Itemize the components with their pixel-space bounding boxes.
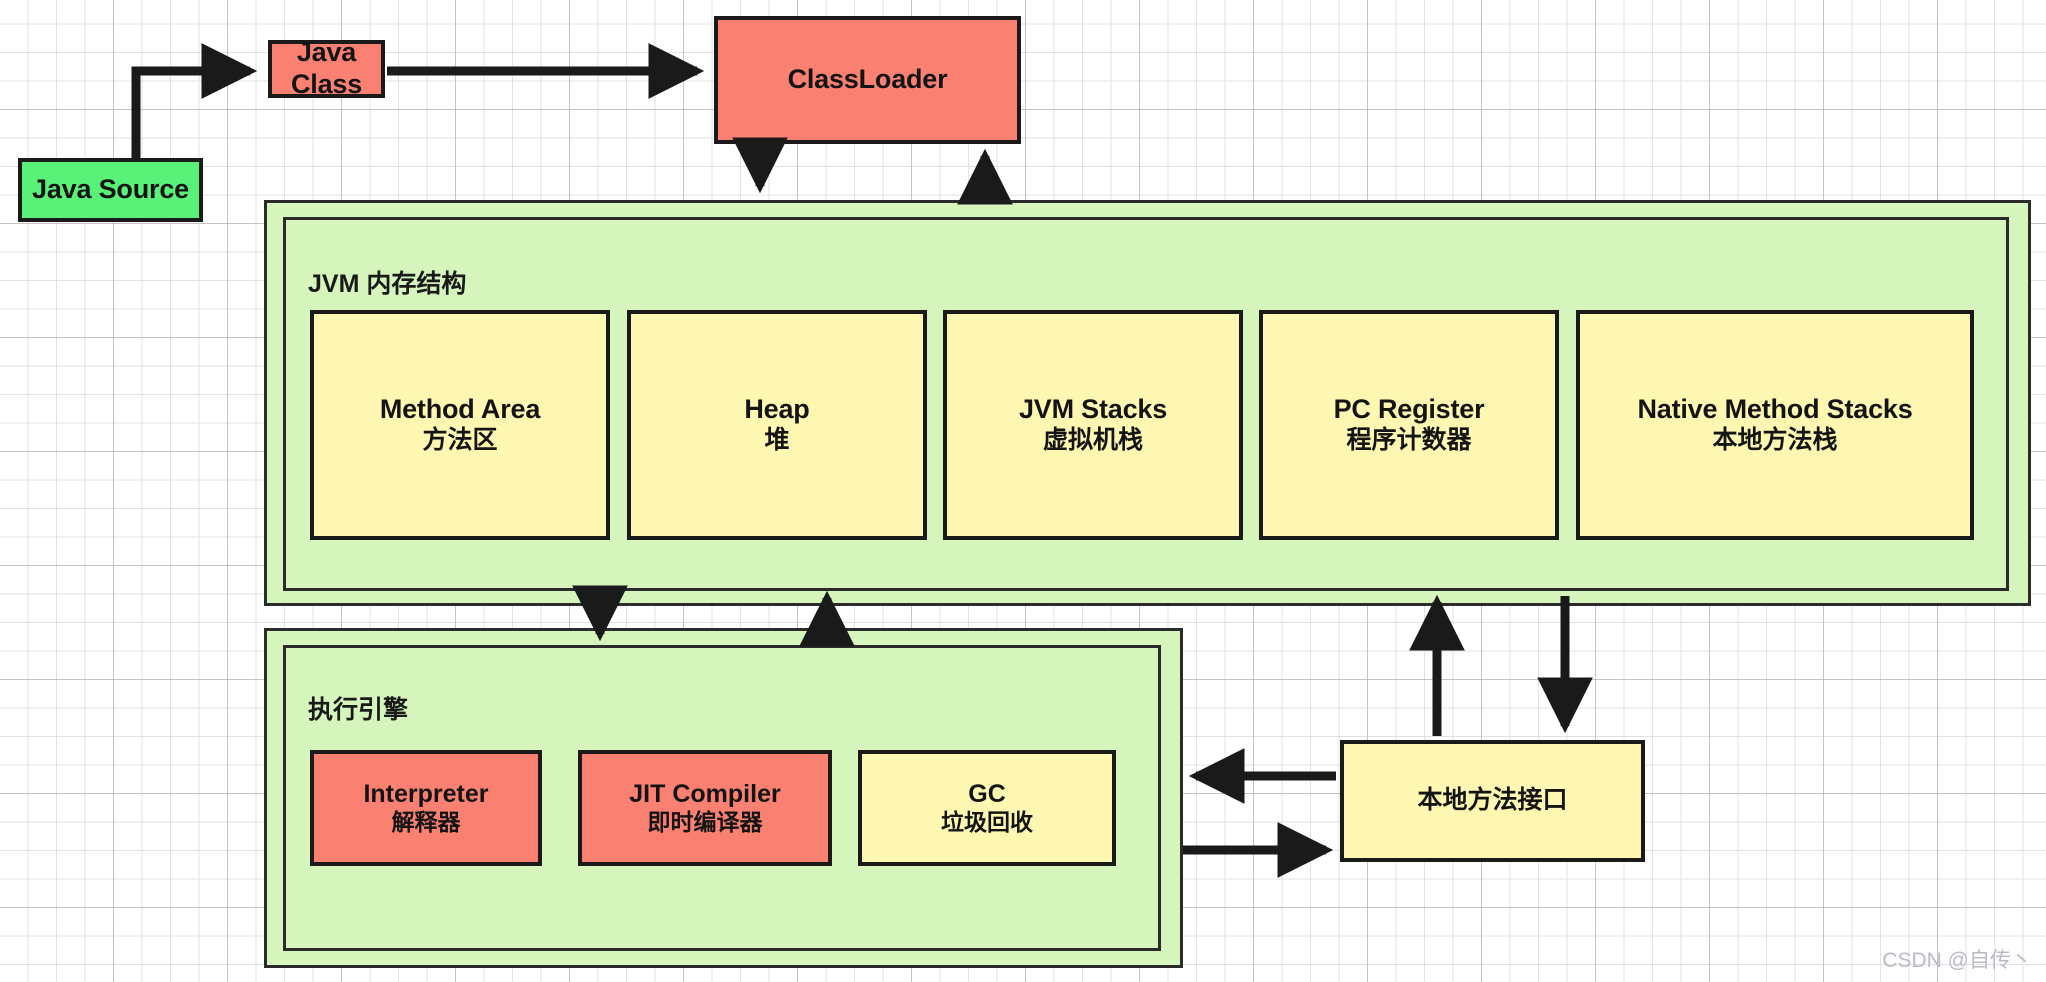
execution-engine-title: 执行引擎 [308, 696, 409, 724]
jvm-memory-structure-title: JVM 内存结构 [308, 270, 467, 298]
memory-area-pc-register-en: PC Register [1333, 394, 1485, 425]
memory-area-native-method-stacks[interactable]: Native Method Stacks 本地方法栈 [1576, 310, 1974, 540]
arrow-source-to-class [131, 43, 258, 158]
memory-area-heap-en: Heap [744, 394, 810, 425]
node-native-method-interface-label: 本地方法接口 [1417, 786, 1568, 815]
execution-component-jit-compiler-en: JIT Compiler [629, 779, 781, 808]
memory-area-method-area-en: Method Area [379, 394, 541, 425]
memory-area-native-method-stacks-en: Native Method Stacks [1637, 394, 1913, 425]
execution-component-interpreter-cn: 解释器 [391, 809, 461, 836]
node-java-source-label: Java Source [32, 174, 189, 205]
memory-area-heap[interactable]: Heap 堆 [627, 310, 927, 540]
execution-component-jit-compiler[interactable]: JIT Compiler 即时编译器 [578, 750, 832, 866]
node-java-class-label: Java Class [290, 37, 363, 99]
memory-area-native-method-stacks-cn: 本地方法栈 [1712, 426, 1838, 455]
execution-component-gc-cn: 垃圾回收 [941, 809, 1033, 836]
watermark: CSDN @自传丶 [1882, 949, 2032, 972]
node-class-loader[interactable]: ClassLoader [714, 16, 1021, 144]
execution-component-interpreter-en: Interpreter [363, 779, 489, 808]
node-java-class[interactable]: Java Class [268, 37, 385, 99]
execution-component-interpreter[interactable]: Interpreter 解释器 [310, 750, 542, 866]
memory-area-jvm-stacks-cn: 虚拟机栈 [1042, 426, 1143, 455]
execution-component-jit-compiler-cn: 即时编译器 [647, 809, 763, 836]
memory-area-pc-register-cn: 程序计数器 [1346, 426, 1472, 455]
node-java-source[interactable]: Java Source [18, 158, 203, 222]
node-class-loader-label: ClassLoader [787, 64, 948, 95]
execution-component-gc-en: GC [968, 779, 1006, 808]
diagram-canvas: Java Source Java Class ClassLoader JVM 内… [0, 0, 2046, 982]
memory-area-pc-register[interactable]: PC Register 程序计数器 [1259, 310, 1559, 540]
memory-area-heap-cn: 堆 [764, 426, 790, 455]
memory-area-jvm-stacks-en: JVM Stacks [1018, 394, 1168, 425]
node-native-method-interface[interactable]: 本地方法接口 [1340, 740, 1645, 862]
memory-area-method-area-cn: 方法区 [422, 426, 498, 455]
memory-area-method-area[interactable]: Method Area 方法区 [310, 310, 610, 540]
execution-component-gc[interactable]: GC 垃圾回收 [858, 750, 1116, 866]
memory-area-jvm-stacks[interactable]: JVM Stacks 虚拟机栈 [943, 310, 1243, 540]
